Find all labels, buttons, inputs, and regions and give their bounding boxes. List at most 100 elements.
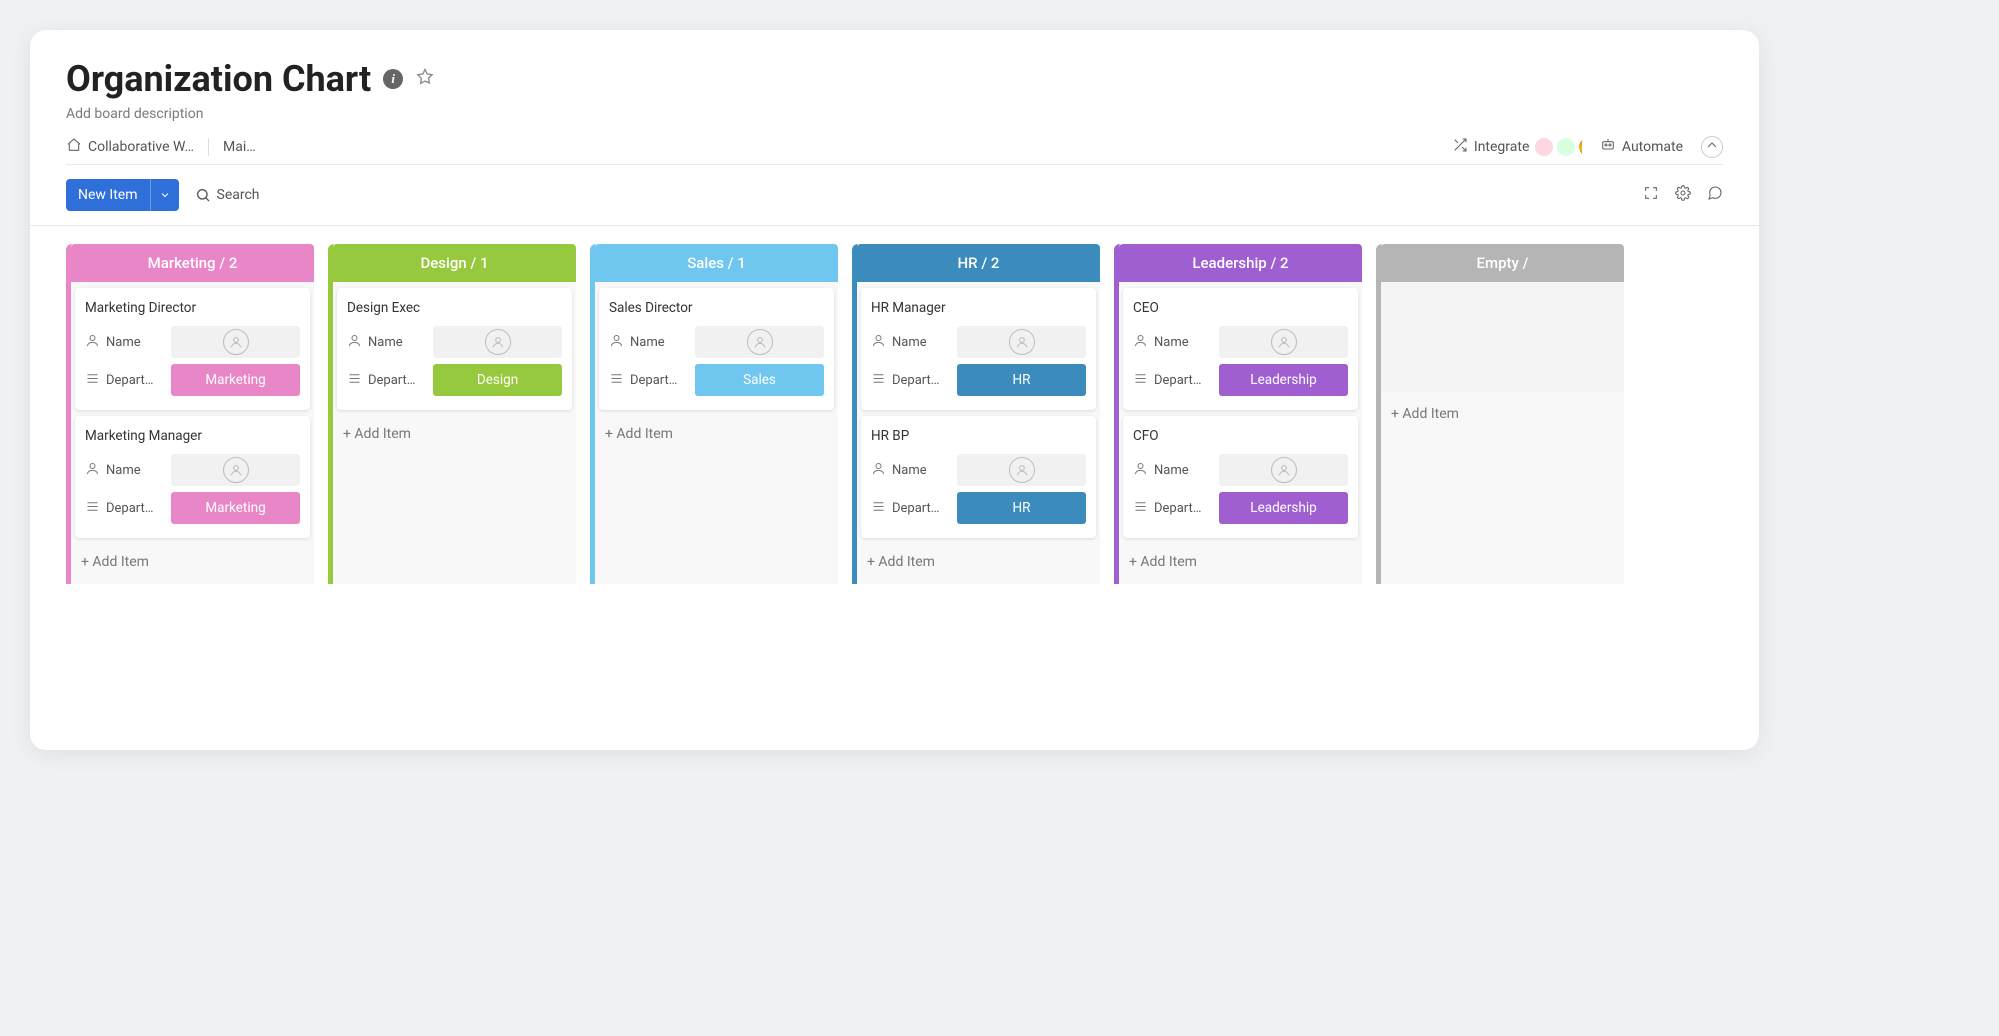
info-icon[interactable]: i [383,69,403,89]
card-title: CEO [1133,300,1348,316]
kanban-card[interactable]: Design ExecNameDepart…Design [337,288,572,410]
name-value[interactable] [171,326,300,358]
person-icon [609,333,624,352]
card-name-row: Name [871,326,1086,358]
kanban-card[interactable]: HR BPNameDepart…HR [861,416,1096,538]
department-label: Depart… [1133,499,1211,518]
column-body [1381,282,1624,392]
card-name-row: Name [347,326,562,358]
column-header[interactable]: Marketing / 2 [71,244,314,282]
column-header[interactable]: Leadership / 2 [1119,244,1362,282]
name-label: Name [347,333,425,352]
person-icon [1133,461,1148,480]
department-badge[interactable]: Design [433,364,562,396]
column-body: HR ManagerNameDepart…HRHR BPNameDepart…H… [857,282,1100,540]
list-icon [85,371,100,390]
name-value[interactable] [695,326,824,358]
card-title: CFO [1133,428,1348,444]
kanban-card[interactable]: Sales DirectorNameDepart…Sales [599,288,834,410]
name-value[interactable] [433,326,562,358]
department-badge[interactable]: HR [957,364,1086,396]
department-badge[interactable]: Sales [695,364,824,396]
column-header[interactable]: Empty / [1381,244,1624,282]
department-label: Depart… [85,499,163,518]
board-description[interactable]: Add board description [66,106,1723,122]
column-body: CEONameDepart…LeadershipCFONameDepart…Le… [1119,282,1362,540]
chat-icon[interactable] [1707,185,1723,205]
column-body: Marketing Director Name Depart… Marketing Ma… [71,282,314,540]
card-name-row: Name [1133,454,1348,486]
name-value[interactable] [1219,454,1348,486]
nav-separator [208,138,209,156]
integrate-button[interactable]: Integrate [1452,137,1582,157]
kanban-card[interactable]: Marketing DirectorNameDepart…Marketing [75,288,310,410]
kanban-card[interactable]: CFO Name Depart… Leadership [1123,416,1358,538]
add-item-button[interactable]: + Add Item [1381,392,1624,436]
search-input[interactable]: Search [195,187,260,203]
department-badge[interactable]: Marketing [171,492,300,524]
department-badge[interactable]: HR [957,492,1086,524]
automate-button[interactable]: Automate [1600,137,1683,157]
collapse-header-button[interactable] [1701,136,1723,158]
add-item-button[interactable]: + Add Item [1119,540,1362,584]
department-badge[interactable]: Leadership [1219,364,1348,396]
add-item-button[interactable]: + Add Item [857,540,1100,584]
name-label: Name [85,333,163,352]
breadcrumb-view[interactable]: Mai… [223,139,256,155]
name-label: Name [609,333,687,352]
list-icon [1133,371,1148,390]
automate-label: Automate [1622,139,1683,155]
person-icon [85,333,100,352]
star-icon[interactable] [415,67,435,91]
integration-badge-icon [1535,138,1553,156]
name-value[interactable] [957,326,1086,358]
kanban-card[interactable]: CEONameDepart…Leadership [1123,288,1358,410]
card-title: Marketing Director [85,300,300,316]
column-header[interactable]: Sales / 1 [595,244,838,282]
new-item-button[interactable]: New Item [66,179,179,211]
column-header[interactable]: Design / 1 [333,244,576,282]
avatar-placeholder-icon [1009,329,1035,355]
card-title: Design Exec [347,300,562,316]
department-badge[interactable]: Marketing [171,364,300,396]
kanban-card[interactable]: Marketing ManagerNameDepart…Marketing [75,416,310,538]
list-icon [85,499,100,518]
breadcrumb-workspace[interactable]: Collaborative W… [66,137,194,157]
nav-row: Collaborative W… Mai… Integrate [66,136,1723,165]
list-icon [871,371,886,390]
fullscreen-icon[interactable] [1643,185,1659,205]
card-name-row: Name [609,326,824,358]
card-name-row: Name [1133,326,1348,358]
gmail-icon [1579,138,1582,156]
add-item-button[interactable]: + Add Item [595,412,838,456]
board-header: Organization Chart i Add board descripti… [30,58,1759,165]
kanban-column: Marketing / 2 Marketing Director Name Depar… [66,244,314,584]
kanban-card[interactable]: HR ManagerNameDepart…HR [861,288,1096,410]
add-item-button[interactable]: + Add Item [333,412,576,456]
card-department-row: Depart… Marketing [85,492,300,524]
toolbar: New Item Search [30,165,1759,226]
board-window: Organization Chart i Add board descripti… [30,30,1759,750]
name-value[interactable] [957,454,1086,486]
kanban-column: Sales / 1 Sales DirectorNameDepart…Sales+… [590,244,838,584]
avatar-placeholder-icon [1009,457,1035,483]
page-title: Organization Chart [66,58,371,100]
robot-icon [1600,137,1616,157]
breadcrumb-workspace-label: Collaborative W… [88,139,194,155]
person-icon [347,333,362,352]
add-item-button[interactable]: + Add Item [71,540,314,584]
home-icon [66,137,82,157]
person-icon [871,333,886,352]
list-icon [347,371,362,390]
name-value[interactable] [1219,326,1348,358]
column-header[interactable]: HR / 2 [857,244,1100,282]
search-icon [195,187,211,203]
gear-icon[interactable] [1675,185,1691,205]
new-item-dropdown[interactable] [150,179,179,211]
kanban-column: Design / 1Design ExecNameDepart…Design+ … [328,244,576,584]
department-badge[interactable]: Leadership [1219,492,1348,524]
name-value[interactable] [171,454,300,486]
card-title: Marketing Manager [85,428,300,444]
column-body: Sales DirectorNameDepart…Sales [595,282,838,412]
department-label: Depart… [871,499,949,518]
